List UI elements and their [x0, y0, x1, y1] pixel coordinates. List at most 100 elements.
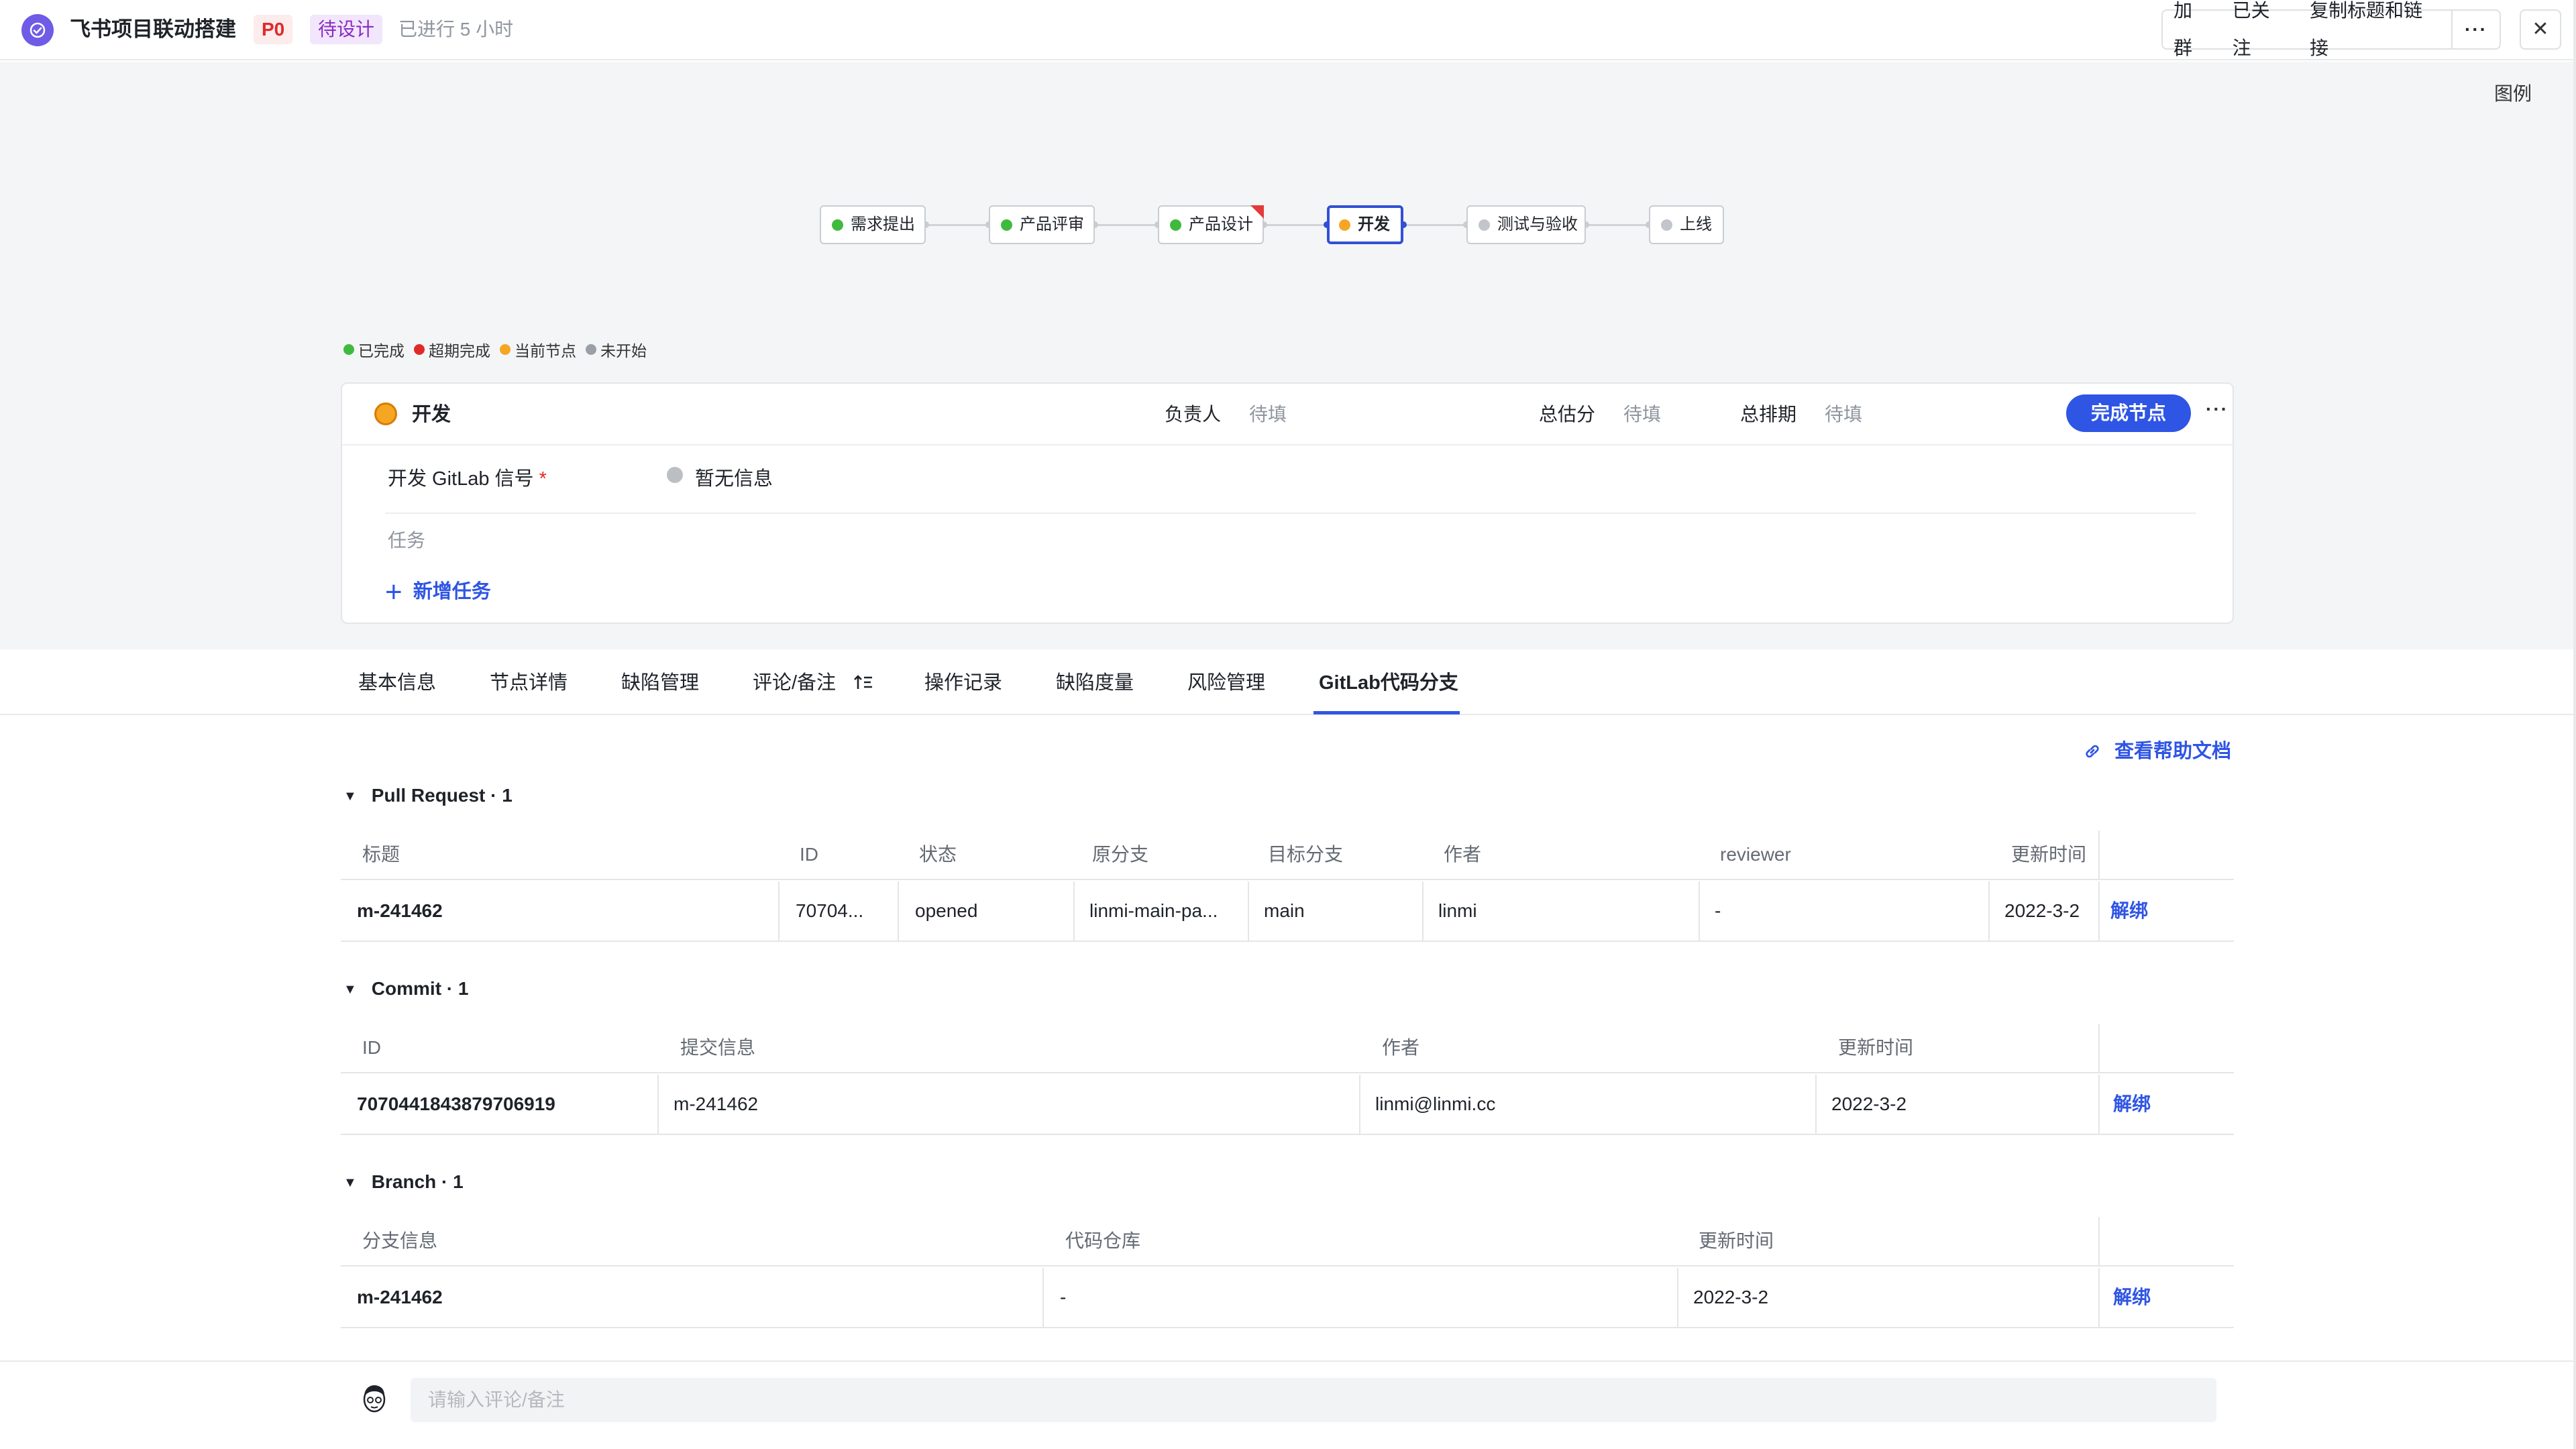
workflow-node-label: 产品评审	[1020, 215, 1084, 233]
column-divider	[2098, 1024, 2100, 1073]
window-edge	[2573, 0, 2576, 1449]
caret-down-icon: ▼	[343, 1175, 357, 1190]
column-divider	[1359, 1075, 1360, 1135]
table-header: ID 提交信息 作者 更新时间	[341, 1024, 2234, 1073]
tab-defect-management[interactable]: 缺陷管理	[621, 669, 699, 696]
tab-bar: 基本信息 节点详情 缺陷管理 评论/备注 操作记录 缺陷度量 风险管理 GitL…	[0, 651, 2573, 715]
link-icon	[2086, 745, 2099, 758]
commit-id[interactable]: 7070441843879706919	[357, 1091, 555, 1118]
sort-icon	[854, 675, 873, 689]
column-divider	[1042, 1268, 1044, 1328]
page-title: 飞书项目联动搭建	[70, 17, 236, 41]
workflow-connector	[1095, 224, 1158, 226]
pull-request-section-toggle[interactable]: ▼ Pull Request · 1	[343, 782, 513, 810]
workflow-node-label: 上线	[1680, 215, 1712, 233]
status-legend: 已完成 超期完成 当前节点 未开始	[343, 338, 656, 361]
table-row[interactable]: m-241462 - 2022-3-2 解绑	[341, 1268, 2234, 1328]
estimate-label: 总估分	[1539, 404, 1596, 425]
legend-label: 超期完成	[429, 342, 490, 360]
column-header: 代码仓库	[1065, 1230, 1141, 1251]
completed-dot-icon	[832, 219, 843, 231]
column-divider	[2098, 1075, 2100, 1135]
legend-overdue: 超期完成	[414, 338, 490, 361]
unbind-button[interactable]: 解绑	[2113, 1284, 2151, 1311]
red-dot-icon	[414, 344, 425, 355]
column-divider	[778, 881, 780, 942]
workflow-node-launch[interactable]: 上线	[1649, 205, 1724, 244]
column-divider	[2098, 1217, 2100, 1267]
tab-risk-management[interactable]: 风险管理	[1187, 669, 1265, 696]
gitlab-signal-value: 暂无信息	[695, 468, 773, 490]
pr-title[interactable]: m-241462	[357, 898, 443, 924]
tab-defect-metrics[interactable]: 缺陷度量	[1056, 669, 1134, 696]
column-header: 提交信息	[680, 1037, 756, 1058]
tab-basic-info[interactable]: 基本信息	[358, 669, 436, 696]
workflow-node-product-design[interactable]: 产品设计	[1158, 205, 1264, 244]
column-header: 状态	[919, 844, 957, 865]
column-divider	[1815, 1075, 1817, 1135]
workflow-node-requirement[interactable]: 需求提出	[820, 205, 926, 244]
table-header: 分支信息 代码仓库 更新时间	[341, 1217, 2234, 1267]
workflow-node-testing[interactable]: 测试与验收	[1466, 205, 1586, 244]
workflow-node-label: 需求提出	[851, 215, 915, 233]
pr-target-branch: main	[1264, 900, 1305, 921]
workflow-node-label: 产品设计	[1189, 215, 1253, 233]
table-row[interactable]: m-241462 70704... opened linmi-main-pa..…	[341, 881, 2234, 942]
column-divider	[1248, 881, 1249, 942]
branch-name[interactable]: m-241462	[357, 1284, 443, 1311]
help-doc-label: 查看帮助文档	[2114, 741, 2232, 762]
estimate-value[interactable]: 待填	[1623, 401, 1661, 428]
tab-comments[interactable]: 评论/备注	[753, 669, 873, 696]
status-badge[interactable]: 待设计	[310, 15, 383, 44]
add-task-button[interactable]: + 新增任务	[385, 578, 491, 607]
section-title: Commit · 1	[371, 978, 469, 999]
tab-operation-log[interactable]: 操作记录	[924, 669, 1002, 696]
commit-section-toggle[interactable]: ▼ Commit · 1	[343, 975, 468, 1003]
column-header: ID	[800, 844, 818, 865]
owner-value[interactable]: 待填	[1249, 401, 1287, 428]
required-mark: *	[539, 468, 547, 490]
complete-node-button[interactable]: 完成节点	[2066, 394, 2191, 432]
workflow-node-product-review[interactable]: 产品评审	[989, 205, 1095, 244]
active-tab-indicator	[1313, 711, 1460, 714]
table-row[interactable]: 7070441843879706919 m-241462 linmi@linmi…	[341, 1075, 2234, 1135]
copy-link-button[interactable]: 复制标题和链接	[2299, 0, 2451, 67]
workflow-node-label: 开发	[1358, 215, 1390, 233]
legend-label: 未开始	[600, 342, 647, 360]
join-group-button[interactable]: 加群	[2163, 0, 2222, 67]
branch-section-toggle[interactable]: ▼ Branch · 1	[343, 1169, 464, 1196]
legend-button[interactable]: 图例	[2494, 82, 2532, 106]
branch-repo: -	[1060, 1287, 1067, 1307]
gitlab-signal-label-text: 开发 GitLab 信号	[388, 468, 534, 490]
column-header: 作者	[1382, 1037, 1420, 1058]
table-header: 标题 ID 状态 原分支 目标分支 作者 reviewer 更新时间	[341, 830, 2234, 880]
column-header: 更新时间	[1838, 1037, 1914, 1058]
close-icon[interactable]: ✕	[2520, 9, 2561, 50]
add-task-label: 新增任务	[413, 581, 491, 602]
header-actions: 加群 已关注 复制标题和链接 ···	[2161, 0, 2501, 58]
caret-down-icon: ▼	[343, 982, 357, 997]
tab-gitlab-branches[interactable]: GitLab代码分支	[1319, 669, 1458, 696]
legend-completed: 已完成	[343, 338, 405, 361]
more-icon[interactable]: ···	[2206, 398, 2229, 420]
completed-dot-icon	[1001, 219, 1012, 231]
legend-label: 当前节点	[515, 342, 576, 360]
schedule-value[interactable]: 待填	[1825, 401, 1862, 428]
legend-current: 当前节点	[500, 338, 576, 361]
schedule-label: 总排期	[1740, 404, 1797, 425]
commit-updated: 2022-3-2	[1831, 1093, 1907, 1114]
unbind-button[interactable]: 解绑	[2110, 898, 2148, 924]
pr-updated: 2022-3-2	[2004, 900, 2080, 921]
column-header: 更新时间	[2011, 844, 2087, 865]
tab-comments-label: 评论/备注	[753, 672, 837, 694]
more-icon[interactable]: ···	[2451, 11, 2500, 48]
priority-badge[interactable]: P0	[254, 15, 293, 44]
unbind-button[interactable]: 解绑	[2113, 1091, 2151, 1118]
following-button[interactable]: 已关注	[2222, 0, 2300, 67]
node-title: 开发	[412, 404, 451, 425]
help-doc-link[interactable]: 查看帮助文档	[2082, 738, 2231, 765]
not-started-dot-icon	[1479, 219, 1490, 231]
comment-input[interactable]	[411, 1378, 2216, 1422]
tab-node-details[interactable]: 节点详情	[490, 669, 568, 696]
workflow-node-development[interactable]: 开发	[1327, 205, 1403, 244]
